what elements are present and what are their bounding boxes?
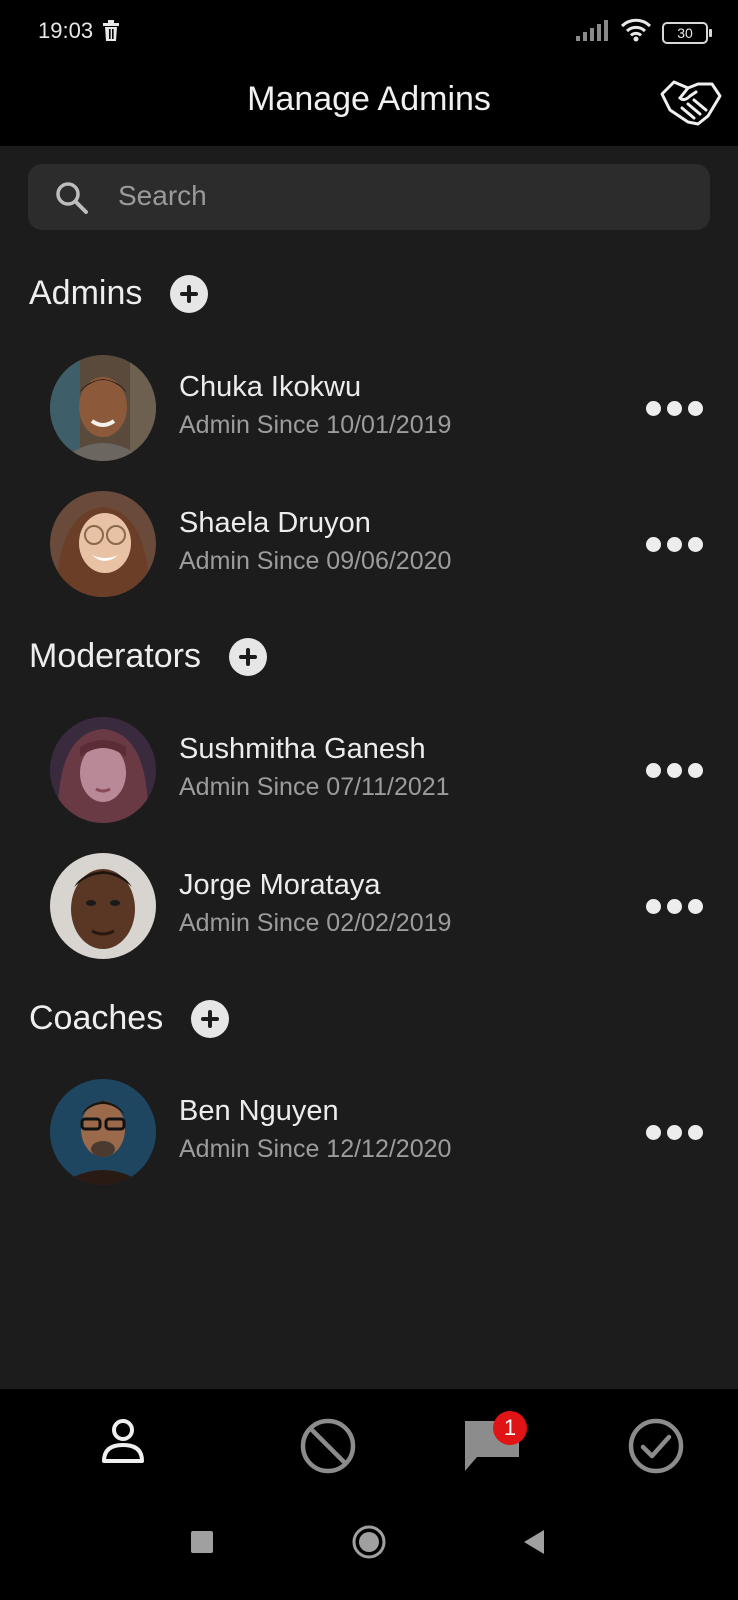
member-since: Admin Since 02/02/2019	[179, 909, 452, 937]
person-icon	[98, 1419, 148, 1471]
more-options-icon[interactable]	[646, 899, 703, 914]
member-since: Admin Since 10/01/2019	[179, 411, 452, 439]
chat-icon	[463, 1421, 521, 1479]
handshake-icon[interactable]	[658, 72, 724, 132]
block-icon	[299, 1418, 357, 1479]
status-icons: 30	[576, 18, 712, 47]
member-name: Shaela Druyon	[179, 507, 371, 539]
list-item[interactable]: Ben Nguyen Admin Since 12/12/2020	[0, 1077, 738, 1185]
member-name: Jorge Morataya	[179, 869, 381, 901]
page-title: Manage Admins	[247, 80, 491, 118]
search-input[interactable]: Search	[118, 180, 207, 212]
battery-level: 30	[677, 24, 693, 41]
member-name: Ben Nguyen	[179, 1095, 339, 1127]
member-since: Admin Since 12/12/2020	[179, 1135, 452, 1163]
section-title: Admins	[29, 274, 143, 312]
add-coach-button[interactable]	[191, 999, 230, 1038]
home-icon[interactable]	[351, 1524, 387, 1565]
search-bar[interactable]: Search	[28, 164, 710, 230]
section-header-coaches: Coaches	[29, 999, 230, 1038]
signal-icon	[576, 19, 610, 46]
add-moderator-button[interactable]	[228, 637, 267, 676]
more-options-icon[interactable]	[646, 1125, 703, 1140]
more-options-icon[interactable]	[646, 763, 703, 778]
list-item[interactable]: Shaela Druyon Admin Since 09/06/2020	[0, 489, 738, 597]
app-bar: Manage Admins	[0, 62, 738, 146]
check-circle-icon	[627, 1418, 685, 1479]
battery-icon: 30	[662, 21, 712, 44]
section-header-moderators: Moderators	[29, 637, 267, 676]
avatar	[50, 1079, 156, 1185]
member-since: Admin Since 07/11/2021	[179, 773, 450, 801]
avatar	[50, 491, 156, 597]
back-icon[interactable]	[522, 1529, 546, 1560]
avatar	[50, 853, 156, 959]
section-header-admins: Admins	[29, 274, 209, 313]
wifi-icon	[620, 18, 652, 47]
avatar	[50, 717, 156, 823]
nav-person[interactable]	[98, 1417, 148, 1472]
member-name: Chuka Ikokwu	[179, 371, 362, 403]
member-since: Admin Since 09/06/2020	[179, 547, 452, 575]
status-time: 19:03	[38, 18, 94, 43]
nav-blocked[interactable]	[299, 1417, 357, 1480]
add-admin-button[interactable]	[170, 274, 209, 313]
nav-approved[interactable]	[627, 1417, 685, 1480]
trash-icon	[102, 20, 120, 47]
bottom-nav: 1	[0, 1389, 738, 1600]
list-item[interactable]: Sushmitha Ganesh Admin Since 07/11/2021	[0, 715, 738, 823]
section-title: Moderators	[29, 637, 201, 675]
search-icon	[54, 180, 90, 221]
list-item[interactable]: Jorge Morataya Admin Since 02/02/2019	[0, 851, 738, 959]
recent-apps-icon[interactable]	[191, 1531, 213, 1558]
list-item[interactable]: Chuka Ikokwu Admin Since 10/01/2019	[0, 353, 738, 461]
status-bar: 19:03 30	[0, 0, 738, 62]
notification-badge: 1	[493, 1411, 527, 1445]
member-name: Sushmitha Ganesh	[179, 733, 426, 765]
more-options-icon[interactable]	[646, 537, 703, 552]
nav-messages[interactable]: 1	[463, 1411, 527, 1480]
avatar	[50, 355, 156, 461]
section-title: Coaches	[29, 999, 164, 1037]
more-options-icon[interactable]	[646, 401, 703, 416]
